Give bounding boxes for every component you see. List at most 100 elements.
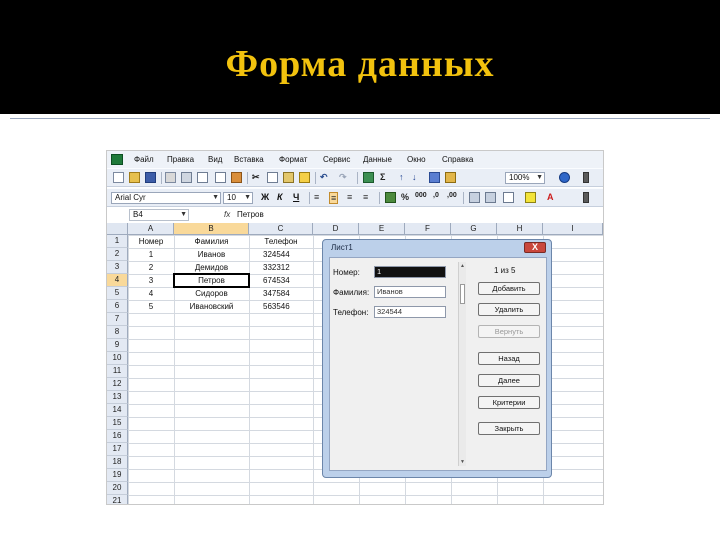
row-header[interactable]: 13 <box>107 391 128 404</box>
scroll-down-icon[interactable]: ▼ <box>459 459 466 465</box>
row-header[interactable]: 4 <box>107 274 128 287</box>
sort-descending-icon[interactable]: ↓ <box>412 172 417 182</box>
table-cell[interactable]: Ивановский <box>174 300 249 313</box>
menu-insert[interactable]: Вставка <box>234 155 264 164</box>
restore-button[interactable]: Вернуть <box>478 325 540 338</box>
table-cell[interactable]: 563546 <box>263 300 313 313</box>
paste-icon[interactable] <box>283 172 294 183</box>
italic-button[interactable]: К <box>277 192 283 202</box>
open-folder-icon[interactable] <box>129 172 140 183</box>
column-header[interactable]: G <box>451 223 497 235</box>
spelling-icon[interactable] <box>215 172 226 183</box>
research-icon[interactable] <box>231 172 242 183</box>
header-cell[interactable]: Номер <box>128 235 174 248</box>
column-header[interactable]: I <box>543 223 603 235</box>
fill-color-icon[interactable] <box>525 192 536 203</box>
formula-input[interactable]: Петров <box>237 210 264 219</box>
header-cell[interactable]: Фамилия <box>174 235 249 248</box>
record-scrollbar[interactable]: ▲ ▼ <box>458 262 466 466</box>
menu-data[interactable]: Данные <box>363 155 392 164</box>
row-header[interactable]: 20 <box>107 482 128 495</box>
row-header[interactable]: 15 <box>107 417 128 430</box>
row-header[interactable]: 19 <box>107 469 128 482</box>
format-painter-icon[interactable] <box>299 172 310 183</box>
align-right-icon[interactable]: ≡ <box>347 192 352 202</box>
font-name-select[interactable]: Arial Cyr ▼ <box>111 192 221 204</box>
chart-wizard-icon[interactable] <box>429 172 440 183</box>
menu-window[interactable]: Окно <box>407 155 426 164</box>
undo-icon[interactable]: ↶ <box>320 172 328 183</box>
redo-icon[interactable]: ↷ <box>339 172 347 183</box>
row-header[interactable]: 16 <box>107 430 128 443</box>
increase-decimal-icon[interactable]: ,0 <box>433 192 439 199</box>
row-header[interactable]: 18 <box>107 456 128 469</box>
decrease-indent-icon[interactable] <box>469 192 480 203</box>
table-cell[interactable]: 674534 <box>263 274 313 287</box>
currency-icon[interactable] <box>385 192 396 203</box>
new-document-icon[interactable] <box>113 172 124 183</box>
row-header[interactable]: 21 <box>107 495 128 504</box>
sort-ascending-icon[interactable]: ↑ <box>399 172 404 182</box>
percent-icon[interactable]: % <box>401 192 409 202</box>
cut-icon[interactable]: ✂ <box>252 172 260 183</box>
zoom-select[interactable]: 100% ▼ <box>505 172 545 184</box>
column-header[interactable]: F <box>405 223 451 235</box>
next-button[interactable]: Далее <box>478 374 540 387</box>
underline-button[interactable]: Ч <box>293 192 299 202</box>
close-form-button[interactable]: Закрыть <box>478 422 540 435</box>
print-preview-icon[interactable] <box>197 172 208 183</box>
row-header[interactable]: 3 <box>107 261 128 274</box>
row-header[interactable]: 14 <box>107 404 128 417</box>
menu-help[interactable]: Справка <box>442 155 473 164</box>
delete-button[interactable]: Удалить <box>478 303 540 316</box>
permission-icon[interactable] <box>165 172 176 183</box>
close-button[interactable]: X <box>524 242 546 253</box>
menu-file[interactable]: Файл <box>134 155 154 164</box>
column-header[interactable]: B <box>174 223 249 235</box>
add-button[interactable]: Добавить <box>478 282 540 295</box>
column-header[interactable]: E <box>359 223 405 235</box>
name-box[interactable]: B4 ▼ <box>129 209 189 221</box>
align-center-icon[interactable]: ≡ <box>329 192 339 204</box>
increase-indent-icon[interactable] <box>485 192 496 203</box>
table-cell[interactable]: 347584 <box>263 287 313 300</box>
hyperlink-icon[interactable] <box>363 172 374 183</box>
row-header[interactable]: 10 <box>107 352 128 365</box>
row-header[interactable]: 2 <box>107 248 128 261</box>
save-icon[interactable] <box>145 172 156 183</box>
fx-icon[interactable]: fx <box>224 210 230 219</box>
font-color-icon[interactable]: A <box>547 192 554 202</box>
row-header[interactable]: 6 <box>107 300 128 313</box>
menu-tools[interactable]: Сервис <box>323 155 350 164</box>
merge-center-icon[interactable]: ≡ <box>363 192 368 202</box>
row-header[interactable]: 9 <box>107 339 128 352</box>
help-icon[interactable] <box>559 172 570 183</box>
menu-format[interactable]: Формат <box>279 155 307 164</box>
toolbar-options-icon[interactable] <box>583 172 589 183</box>
row-header[interactable]: 17 <box>107 443 128 456</box>
scroll-thumb[interactable] <box>460 284 465 304</box>
row-header[interactable]: 8 <box>107 326 128 339</box>
table-cell[interactable]: 1 <box>128 248 174 261</box>
table-cell[interactable]: 5 <box>128 300 174 313</box>
table-cell[interactable]: 332312 <box>263 261 313 274</box>
excel-app-icon[interactable] <box>111 154 123 165</box>
font-size-select[interactable]: 10 ▼ <box>223 192 253 204</box>
column-header[interactable]: D <box>313 223 359 235</box>
table-cell[interactable]: Иванов <box>174 248 249 261</box>
number-field[interactable]: 1 <box>374 266 446 278</box>
table-cell[interactable]: 3 <box>128 274 174 287</box>
toolbar-options-icon[interactable] <box>583 192 589 203</box>
table-cell[interactable]: Сидоров <box>174 287 249 300</box>
column-header[interactable]: C <box>249 223 313 235</box>
bold-button[interactable]: Ж <box>261 192 269 202</box>
autosum-icon[interactable]: Σ <box>380 172 385 182</box>
table-cell[interactable]: 2 <box>128 261 174 274</box>
decrease-decimal-icon[interactable]: ,00 <box>447 192 457 199</box>
borders-icon[interactable] <box>503 192 514 203</box>
table-cell[interactable]: 4 <box>128 287 174 300</box>
previous-button[interactable]: Назад <box>478 352 540 365</box>
criteria-button[interactable]: Критерии <box>478 396 540 409</box>
row-header[interactable]: 5 <box>107 287 128 300</box>
print-icon[interactable] <box>181 172 192 183</box>
